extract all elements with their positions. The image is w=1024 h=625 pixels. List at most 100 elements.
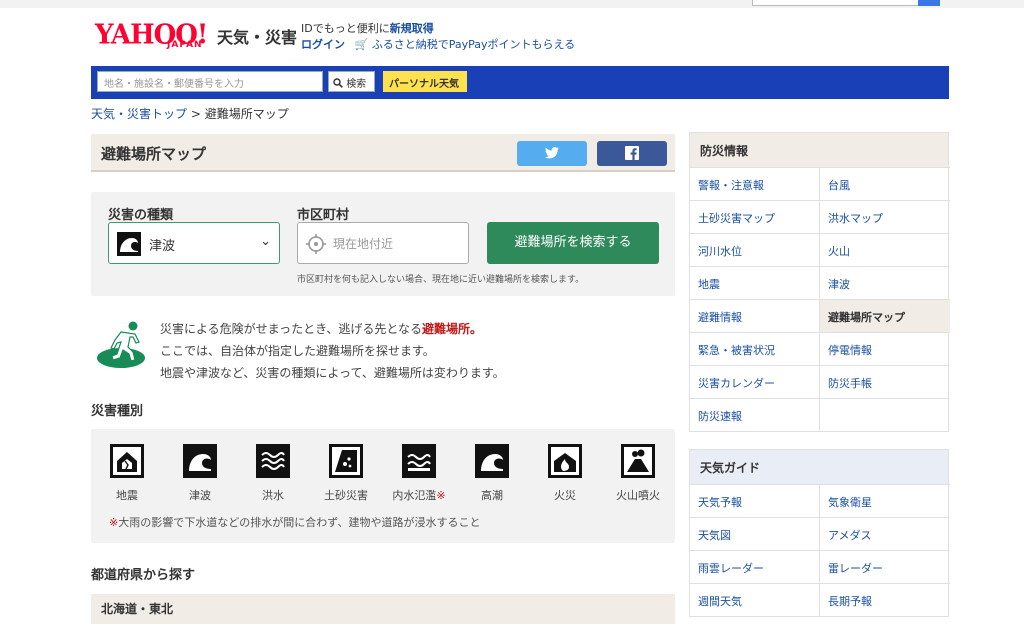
weather-link[interactable]: 雨雲レーダー	[690, 550, 820, 583]
disaster-link[interactable]: 地震	[690, 266, 820, 299]
site-title[interactable]: 天気・災害	[217, 24, 297, 48]
breadcrumb-current: 避難場所マップ	[204, 107, 289, 121]
type-label-text: 火山噴火	[616, 489, 660, 502]
disaster-type-value: 津波	[149, 239, 176, 254]
type-label-text: 高潮	[481, 489, 503, 502]
type-inland-flood[interactable]: 内水氾濫※	[389, 444, 449, 503]
type-flood[interactable]: 洪水	[243, 444, 303, 503]
type-label: 火山噴火	[608, 487, 668, 503]
disaster-link[interactable]: 火山	[820, 233, 950, 266]
disaster-info-block: 防災情報 警報・注意報 台風 土砂災害マップ 洪水マップ 河川水位 火山 地震 津波 避難情報避…	[689, 132, 950, 432]
weather-link[interactable]: 天気図	[690, 517, 820, 550]
city-input[interactable]: 現在地付近	[297, 222, 469, 264]
search-note: 市区町村を何も記入しない場合、現在地に近い避難場所を検索します。	[297, 275, 585, 285]
disaster-link[interactable]: 避難場所マップ	[820, 299, 950, 332]
weather-guide-title: 天気ガイド	[690, 450, 948, 484]
disaster-link[interactable]: 警報・注意報	[690, 167, 820, 200]
type-label-text: 火災	[554, 489, 576, 502]
weather-guide-grid: 天気予報 気象衛星 天気図 アメダス 雨雲レーダー 雷レーダー 週間天気 長期予報	[690, 484, 950, 616]
disaster-link	[820, 398, 950, 431]
intro-highlight: 避難場所。	[421, 322, 482, 336]
type-label-mark: ※	[436, 489, 446, 502]
landslide-icon	[329, 444, 363, 478]
type-label: 内水氾濫※	[389, 487, 449, 503]
volcano-icon	[621, 444, 655, 478]
type-label-text: 内水氾濫	[392, 489, 437, 502]
disaster-type-select[interactable]: 津波 ⌄	[108, 222, 280, 264]
chevron-down-icon: ⌄	[260, 234, 271, 249]
breadcrumb: 天気・災害トップ > 避難場所マップ	[91, 105, 289, 122]
disaster-info-title: 防災情報	[690, 133, 948, 167]
search-button[interactable]: 検索	[328, 71, 375, 92]
top-search-box[interactable]	[752, 0, 940, 6]
search-button-label: 検索	[346, 79, 367, 90]
header-links: ログイン 🛒 ふるさと納税でPayPayポイントもらえる	[301, 36, 575, 52]
prefecture-heading: 都道府県から探す	[91, 568, 196, 583]
intro-line-2: ここでは、自治体が指定した避難場所を探せます。	[160, 344, 435, 358]
search-icon	[333, 78, 343, 88]
search-shelter-button[interactable]: 避難場所を検索する	[487, 222, 659, 264]
signup-link[interactable]: 新規取得	[390, 22, 434, 35]
disaster-types-heading: 災害種別	[91, 404, 144, 419]
weather-link[interactable]: 気象衛星	[820, 484, 950, 517]
intro-line-1: 災害による危険がせまったとき、逃げる先となる避難場所。	[160, 320, 482, 337]
disaster-link[interactable]: 土砂災害マップ	[690, 200, 820, 233]
type-landslide[interactable]: 土砂災害	[316, 444, 376, 503]
type-tsunami[interactable]: 津波	[170, 444, 230, 503]
type-label-text: 土砂災害	[324, 489, 368, 502]
page-title: 避難場所マップ	[101, 145, 207, 163]
flood-icon	[256, 444, 290, 478]
tsunami-icon	[183, 444, 217, 478]
disaster-link[interactable]: 避難情報	[690, 299, 820, 332]
disaster-link[interactable]: 河川水位	[690, 233, 820, 266]
type-fire[interactable]: 火災	[535, 444, 595, 503]
disaster-link[interactable]: 台風	[820, 167, 950, 200]
type-label-text: 洪水	[262, 489, 284, 502]
intro-line-1-text: 災害による危険がせまったとき、逃げる先となる	[160, 322, 422, 336]
disaster-link[interactable]: 津波	[820, 266, 950, 299]
tsunami-icon	[117, 232, 141, 256]
weather-link[interactable]: 長期予報	[820, 583, 950, 616]
weather-link[interactable]: アメダス	[820, 517, 950, 550]
inland-flood-icon	[402, 444, 436, 478]
type-label: 津波	[170, 487, 230, 503]
type-storm-surge[interactable]: 高潮	[462, 444, 522, 503]
disaster-link[interactable]: 停電情報	[820, 332, 950, 365]
region-hokkaido-tohoku[interactable]: 北海道・東北	[91, 594, 675, 624]
type-label: 地震	[97, 487, 157, 503]
header: YAHOO! JAPAN 天気・災害 IDでもっと便利に新規取得 ログイン 🛒 …	[95, 18, 955, 58]
breadcrumb-sep: >	[190, 107, 201, 121]
cart-icon: 🛒	[354, 38, 369, 51]
personal-weather-button[interactable]: パーソナル天気	[383, 71, 467, 92]
type-volcano[interactable]: 火山噴火	[608, 444, 668, 503]
disaster-link[interactable]: 洪水マップ	[820, 200, 950, 233]
shelter-search-panel: 災害の種類 市区町村 津波 ⌄ 現在地付近 避難場所を検索する 市区町村を何も記…	[91, 192, 675, 296]
footnote-mark: ※	[109, 516, 119, 529]
yahoo-logo[interactable]: YAHOO! JAPAN	[95, 18, 213, 54]
breadcrumb-home[interactable]: 天気・災害トップ	[91, 107, 187, 121]
search-input[interactable]: 地名・施設名・郵便番号を入力	[97, 71, 323, 92]
disaster-link[interactable]: 防災手帳	[820, 365, 950, 398]
facebook-icon	[625, 146, 639, 160]
type-earthquake[interactable]: 地震	[97, 444, 157, 503]
disaster-link[interactable]: 緊急・被害状況	[690, 332, 820, 365]
weather-link[interactable]: 雷レーダー	[820, 550, 950, 583]
type-label: 洪水	[243, 487, 303, 503]
type-label: 高潮	[462, 487, 522, 503]
disaster-link[interactable]: 防災速報	[690, 398, 820, 431]
footnote-text: 大雨の影響で下水道などの排水が間に合わず、建物や道路が浸水すること	[118, 516, 481, 529]
weather-link[interactable]: 週間天気	[690, 583, 820, 616]
twitter-share-button[interactable]	[517, 141, 587, 166]
location-icon	[306, 234, 326, 254]
weather-link[interactable]: 天気予報	[690, 484, 820, 517]
disaster-link[interactable]: 災害カレンダー	[690, 365, 820, 398]
login-link[interactable]: ログイン	[301, 38, 345, 51]
id-promo-text: IDでもっと便利に	[301, 22, 390, 35]
fire-icon	[548, 444, 582, 478]
top-search-button[interactable]	[918, 0, 940, 6]
furusato-link[interactable]: ふるさと納税でPayPayポイントもらえる	[372, 38, 575, 51]
disaster-types-panel: 地震 津波 洪水 土砂災害 内水氾濫※ 高潮 火災 火山噴火 ※大雨の影響で下水…	[91, 429, 675, 543]
earthquake-icon	[110, 444, 144, 478]
facebook-share-button[interactable]	[597, 141, 667, 166]
disaster-info-grid: 警報・注意報 台風 土砂災害マップ 洪水マップ 河川水位 火山 地震 津波 避難情報 避難場所マッ…	[690, 167, 950, 431]
